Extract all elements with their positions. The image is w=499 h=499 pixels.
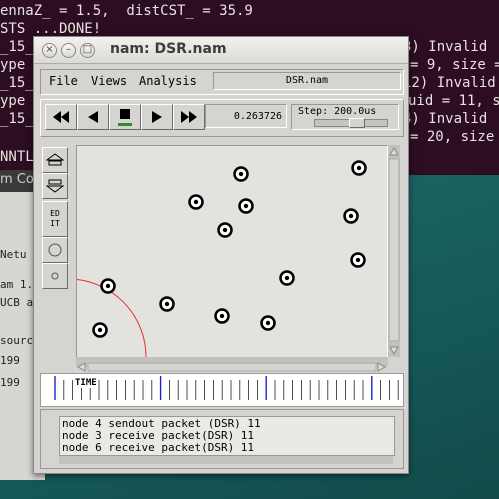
terminal-line: uid = 11, s (408, 93, 499, 109)
network-node[interactable] (279, 270, 295, 286)
step-slider-thumb[interactable] (349, 118, 365, 128)
menu-analysis[interactable]: Analysis (139, 74, 197, 88)
circle-large-button[interactable] (42, 237, 68, 263)
scroll-left-icon (76, 362, 86, 372)
zoom-out-icon (46, 179, 64, 193)
fast-forward-icon (181, 111, 197, 123)
edit-label: ED IT (50, 209, 60, 228)
network-node[interactable] (159, 296, 175, 312)
fast-rewind-button[interactable] (45, 104, 77, 130)
zoom-in-button[interactable] (42, 147, 68, 173)
play-icon (152, 111, 162, 123)
event-log-panel: node 4 sendout packet (DSR) 11 node 3 re… (40, 409, 404, 469)
network-node[interactable] (238, 198, 254, 214)
playback-controls: 0.263726 Step: 200.0us (40, 99, 404, 137)
fast-rewind-icon (53, 111, 69, 123)
close-button[interactable]: × (42, 43, 57, 58)
step-control: Step: 200.0us (291, 104, 399, 130)
menu-views[interactable]: Views (91, 74, 127, 88)
event-log[interactable]: node 4 sendout packet (DSR) 11 node 3 re… (59, 416, 395, 456)
window-title: nam: DSR.nam (110, 41, 227, 57)
network-topology (68, 160, 367, 359)
scroll-down-icon (389, 346, 399, 356)
network-node[interactable] (343, 208, 359, 224)
terminal-line: = 20, size (410, 129, 495, 145)
terminal-line: 12) Invalid (403, 75, 496, 91)
vertical-scrollbar[interactable] (388, 145, 400, 357)
menu-file[interactable]: File (49, 74, 78, 88)
window-titlebar[interactable]: × – □ nam: DSR.nam (34, 37, 408, 64)
background-window-text: UCB a (0, 296, 34, 309)
play-back-button[interactable] (77, 104, 109, 130)
circle-small-button[interactable] (42, 263, 68, 289)
terminal-line: _15_ (0, 75, 34, 91)
edit-toolbar: ED IT (40, 141, 68, 395)
maximize-button[interactable]: □ (80, 43, 95, 58)
background-window-text: sourc (0, 334, 34, 347)
network-node[interactable] (351, 160, 367, 176)
horizontal-scroll-thumb[interactable] (87, 362, 377, 372)
background-window-title: m Co (0, 172, 34, 187)
background-window-text: 199 (0, 354, 20, 367)
network-node[interactable] (100, 278, 116, 294)
terminal-line: = 9, size = (410, 57, 499, 73)
network-node[interactable] (217, 222, 233, 238)
fast-forward-button[interactable] (173, 104, 205, 130)
menu-bar: File Views Analysis DSR.nam (40, 69, 404, 95)
nam-window[interactable]: × – □ nam: DSR.nam File Views Analysis D… (33, 36, 409, 474)
minimize-button[interactable]: – (61, 43, 76, 58)
play-back-icon (88, 111, 98, 123)
circle-icon (48, 243, 62, 257)
network-canvas[interactable] (68, 145, 388, 359)
stop-button[interactable] (109, 104, 141, 130)
network-node[interactable] (350, 252, 366, 268)
filename-display: DSR.nam (213, 72, 401, 90)
background-window-text: Netu (0, 248, 27, 261)
log-horizontal-scrollbar[interactable] (59, 456, 393, 464)
small-circle-icon (51, 272, 59, 280)
network-node[interactable] (260, 315, 276, 331)
log-line: node 6 receive packet(DSR) 11 (62, 441, 255, 454)
terminal-line: _15_ (0, 111, 34, 127)
vertical-scroll-thumb[interactable] (388, 158, 400, 342)
network-node[interactable] (92, 322, 108, 338)
step-label: Step: 200.0us (298, 106, 377, 117)
step-slider-track[interactable] (314, 118, 388, 128)
terminal-line: 3) Invalid (403, 39, 488, 55)
scroll-up-icon (389, 146, 399, 156)
terminal-line: 4) Invalid (403, 111, 488, 127)
network-node[interactable] (188, 194, 204, 210)
edit-button[interactable]: ED IT (42, 201, 68, 237)
zoom-in-icon (46, 153, 64, 166)
network-node[interactable] (233, 166, 249, 182)
timeline-slider[interactable]: TIME (40, 373, 404, 407)
horizontal-scrollbar[interactable] (76, 357, 388, 372)
terminal-line: _15_ (0, 39, 34, 55)
zoom-out-button[interactable] (42, 173, 68, 199)
network-node[interactable] (214, 308, 230, 324)
scroll-right-icon (377, 362, 387, 372)
terminal-line: ennaZ_ = 1.5, distCST_ = 35.9 (0, 3, 253, 19)
timeline-marker[interactable]: TIME (75, 378, 97, 388)
background-window-text: 199 (0, 376, 20, 389)
play-button[interactable] (141, 104, 173, 130)
stop-icon (118, 109, 132, 126)
current-time-display: 0.263726 (205, 104, 287, 128)
